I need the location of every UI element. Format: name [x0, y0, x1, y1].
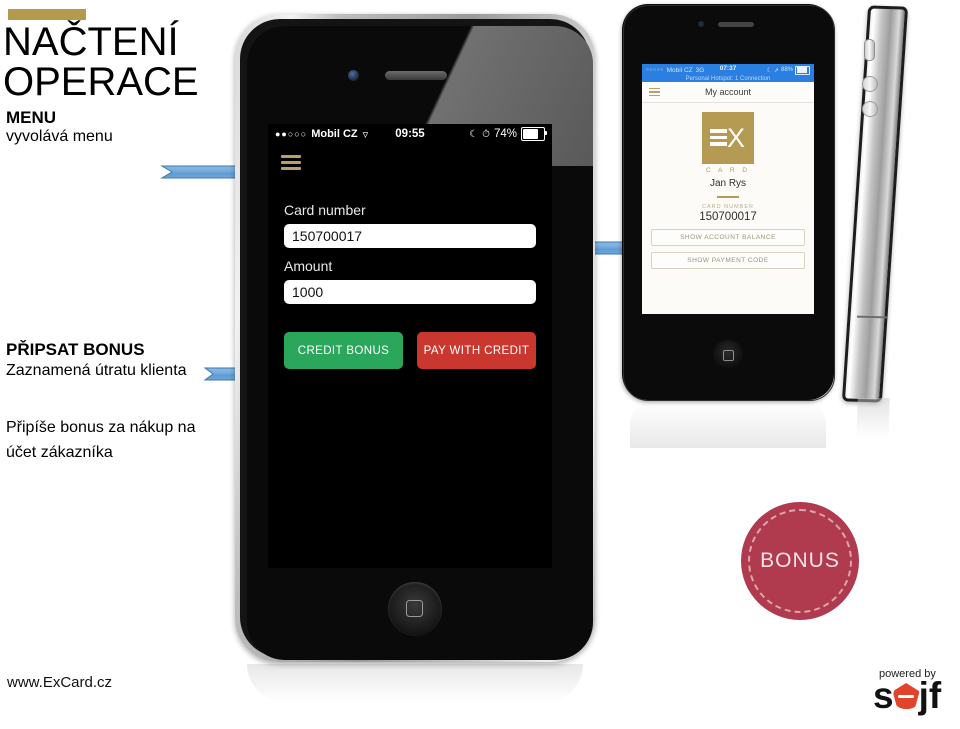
card-number-label: Card number [284, 202, 366, 218]
credit-bonus-button[interactable]: CREDIT BONUS [284, 332, 403, 369]
phone-account-reflection [630, 402, 826, 448]
volume-up-button-icon [862, 76, 878, 92]
section-menu-description: vyvolává menu [6, 128, 113, 145]
logo-card-word: C A R D [705, 167, 751, 174]
card-number-label: CARD NUMBER [702, 204, 754, 210]
sojf-wordmark: s jf [873, 675, 958, 716]
logo-x-letter: X [727, 123, 746, 153]
title-line-1: NAČTENÍ [3, 20, 179, 64]
sunburst-icon [892, 683, 920, 709]
wordmark-jf: jf [918, 675, 942, 716]
status-bar-hotspot: ○○○○○ Mobil CZ 3G 07:37 ☾ ➚ 88% Personal… [642, 64, 814, 82]
front-camera-icon [348, 70, 359, 81]
phone-side-profile-view [841, 5, 915, 438]
home-button[interactable] [713, 340, 743, 370]
phone-account-screen: ○○○○○ Mobil CZ 3G 07:37 ☾ ➚ 88% Personal… [642, 64, 814, 314]
pay-with-credit-button[interactable]: PAY WITH CREDIT [417, 332, 536, 369]
battery-icon [521, 127, 547, 141]
bonus-stamp-label: BONUS [760, 549, 840, 572]
divider [717, 196, 739, 198]
section-bonus-description: Zaznamená útratu klienta [6, 362, 187, 379]
phone-main-screen: ●●○○○ Mobil CZ ▿ 09:55 ☾ ⏱ 74% Card numb… [268, 124, 552, 568]
nav-title: My account [704, 87, 752, 97]
show-account-balance-button[interactable]: SHOW ACCOUNT BALANCE [651, 229, 805, 246]
phone-main-front-view: ●●○○○ Mobil CZ ▿ 09:55 ☾ ⏱ 74% Card numb… [235, 14, 595, 702]
amount-input[interactable]: 1000 [284, 280, 536, 304]
volume-down-button-icon [862, 101, 878, 117]
battery-percent-label: 74% [493, 128, 517, 140]
section-bonus-heading: PŘIPSAT BONUS [6, 340, 145, 359]
amount-label: Amount [284, 258, 333, 274]
home-button[interactable] [388, 582, 442, 636]
bonus-stamp: BONUS [741, 502, 859, 620]
powered-by-logo: powered by s jf [873, 668, 958, 726]
earpiece-speaker [718, 22, 754, 27]
transaction-form: Card number 150700017 Amount 1000 [268, 180, 552, 304]
card-number-value: 150700017 [699, 211, 757, 223]
card-holder-name: Jan Rys [709, 178, 747, 189]
moon-icon: ☾ [469, 128, 479, 140]
section-bonus-note: Připíše bonus za nákup na účet zákazníka [6, 419, 196, 461]
excard-logo: X [702, 112, 754, 164]
earpiece-speaker [385, 71, 447, 80]
wordmark-s: s [873, 675, 894, 716]
moon-icon: ☾ [766, 67, 772, 74]
alarm-icon: ⏱ [482, 128, 490, 140]
status-right-group: ☾ ⏱ 74% [469, 127, 547, 141]
phone-account-body: ○○○○○ Mobil CZ 3G 07:37 ☾ ➚ 88% Personal… [622, 4, 835, 401]
status-right-group: ☾ ➚ 88% [766, 65, 810, 75]
title-line-2: OPERACE [3, 60, 199, 104]
slide-canvas: NAČTENÍ OPERACE MENU vyvolává menu PŘIPS… [0, 0, 960, 729]
phone-side-body [841, 5, 909, 403]
section-menu-heading: MENU [6, 108, 57, 127]
mute-switch-icon [864, 39, 875, 61]
status-bar: ●●○○○ Mobil CZ ▿ 09:55 ☾ ⏱ 74% [268, 124, 552, 144]
phone-main-body: ●●○○○ Mobil CZ ▿ 09:55 ☾ ⏱ 74% Card numb… [235, 14, 595, 662]
action-button-row: CREDIT BONUS PAY WITH CREDIT [268, 314, 552, 369]
card-number-input[interactable]: 150700017 [284, 224, 536, 248]
app-nav-bar [268, 144, 552, 180]
logo-e-bars [710, 129, 727, 146]
app-nav-bar: My account [642, 82, 814, 103]
show-payment-code-button[interactable]: SHOW PAYMENT CODE [651, 252, 805, 269]
phone-side-reflection [856, 398, 890, 438]
phone-account-front-view: ○○○○○ Mobil CZ 3G 07:37 ☾ ➚ 88% Personal… [622, 4, 835, 448]
hamburger-menu-icon[interactable] [281, 154, 301, 170]
account-content: X C A R D Jan Rys CARD NUMBER 150700017 … [642, 103, 814, 314]
page-title: NAČTENÍ OPERACE [3, 22, 243, 102]
footer-website-url: www.ExCard.cz [7, 674, 113, 691]
gold-accent-bar [8, 9, 86, 20]
battery-icon [795, 65, 810, 75]
phone-main-reflection [247, 664, 583, 702]
location-icon: ➚ [773, 67, 779, 74]
battery-percent-label: 88% [780, 67, 793, 73]
front-camera-icon [698, 21, 704, 27]
